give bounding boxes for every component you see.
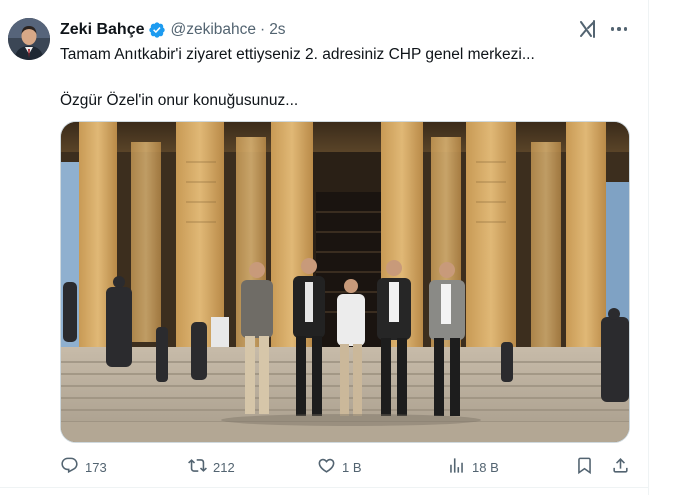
heart-icon: [317, 456, 336, 478]
tweet-text-line: Tamam Anıtkabir'i ziyaret ettiyseniz 2. …: [60, 46, 535, 63]
tweet-action-bar: 173 212 1 B 18 B: [60, 455, 630, 479]
repost-button[interactable]: 212: [188, 455, 235, 479]
more-dot: [617, 27, 621, 31]
repost-icon: [188, 456, 207, 478]
views-button[interactable]: 18 B: [447, 455, 499, 479]
tweet-timestamp[interactable]: 2s: [269, 21, 285, 39]
views-count: 18 B: [472, 459, 499, 475]
bookmark-button[interactable]: [575, 455, 594, 479]
tweet-text-line: Özgür Özel'in onur konuğusunuz...: [60, 92, 299, 109]
separator-dot: ·: [260, 21, 266, 38]
share-icon: [611, 456, 630, 478]
reply-icon: [60, 456, 79, 478]
author-handle[interactable]: @zekibahce: [170, 21, 256, 39]
reply-count: 173: [85, 459, 107, 475]
tweet-photo[interactable]: [60, 121, 630, 443]
avatar[interactable]: [8, 18, 50, 60]
like-count: 1 B: [342, 459, 362, 475]
share-button[interactable]: [611, 455, 630, 479]
repost-count: 212: [213, 459, 235, 475]
more-dot: [623, 27, 628, 31]
tweet-header: Zeki Bahçe @zekibahce · 2s: [60, 19, 286, 41]
verified-badge-icon: [148, 21, 166, 39]
grok-icon[interactable]: [578, 19, 598, 39]
more-horizontal-icon[interactable]: [608, 18, 630, 40]
author-name[interactable]: Zeki Bahçe: [60, 21, 144, 39]
bookmark-icon: [575, 456, 594, 478]
like-button[interactable]: 1 B: [317, 455, 362, 479]
analytics-icon: [447, 456, 466, 478]
reply-button[interactable]: 173: [60, 455, 107, 479]
tweet-divider: [0, 487, 648, 488]
timeline-border-right: [648, 0, 649, 495]
more-dot: [610, 27, 615, 31]
